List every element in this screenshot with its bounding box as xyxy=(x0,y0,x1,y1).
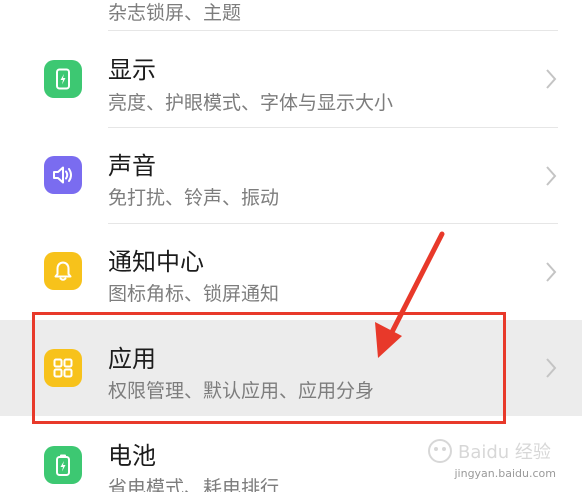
chevron-right-icon xyxy=(546,358,557,378)
settings-item-sound[interactable]: 声音 免打扰、铃声、振动 xyxy=(0,128,582,224)
speaker-icon xyxy=(44,156,82,194)
settings-item-subtitle: 杂志锁屏、主题 xyxy=(108,2,242,24)
settings-item-title: 声音 xyxy=(108,152,156,180)
battery-icon xyxy=(44,446,82,484)
settings-screen: 杂志锁屏、主题 显示 亮度、护眼模式、字体与显示大小 声音 免打扰、铃声、振动 … xyxy=(0,0,582,492)
chevron-right-icon xyxy=(546,69,557,89)
settings-item-subtitle: 免打扰、铃声、振动 xyxy=(108,187,280,209)
settings-item-title: 显示 xyxy=(108,56,156,84)
bell-icon xyxy=(44,252,82,290)
watermark-url: jingyan.baidu.com xyxy=(454,467,556,480)
settings-item-apps[interactable]: 应用 权限管理、默认应用、应用分身 xyxy=(0,320,582,416)
settings-item-notification[interactable]: 通知中心 图标角标、锁屏通知 xyxy=(0,224,582,320)
settings-item-display[interactable]: 显示 亮度、护眼模式、字体与显示大小 xyxy=(0,31,582,127)
settings-item-title: 应用 xyxy=(108,345,156,373)
chevron-right-icon xyxy=(546,166,557,186)
settings-item-title: 通知中心 xyxy=(108,248,204,276)
settings-item-subtitle: 省电模式、耗电排行 xyxy=(108,477,280,492)
apps-grid-icon xyxy=(44,349,82,387)
display-brightness-icon xyxy=(44,60,82,98)
settings-item-title: 电池 xyxy=(108,442,156,470)
watermark-brand: Baidu 经验 xyxy=(458,442,551,463)
settings-item-subtitle: 权限管理、默认应用、应用分身 xyxy=(108,380,375,402)
chevron-right-icon xyxy=(546,262,557,282)
settings-item-subtitle: 图标角标、锁屏通知 xyxy=(108,283,280,305)
settings-item-theme[interactable]: 杂志锁屏、主题 xyxy=(0,0,582,28)
settings-item-subtitle: 亮度、护眼模式、字体与显示大小 xyxy=(108,92,394,114)
